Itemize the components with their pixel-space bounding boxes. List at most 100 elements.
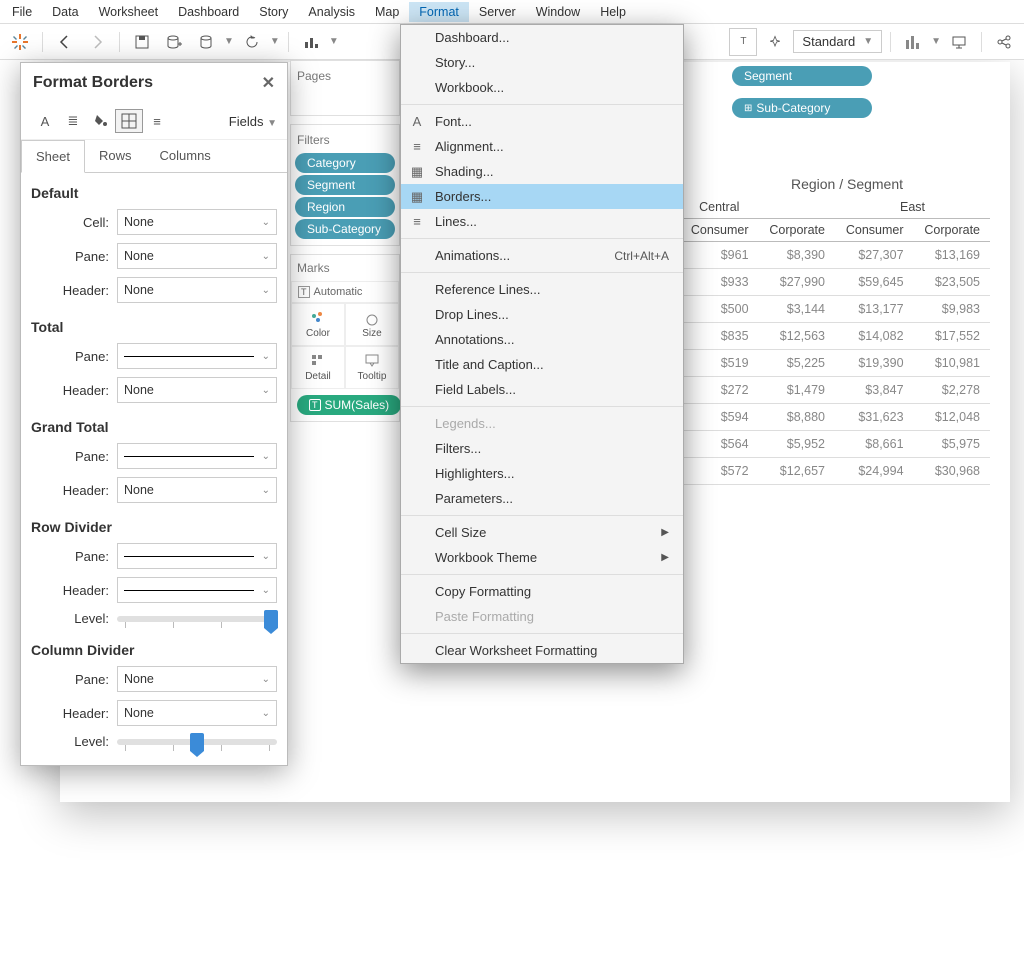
menu-item[interactable]: Filters... <box>401 436 683 461</box>
filter-pill[interactable]: Segment <box>295 175 395 195</box>
default-cell-select[interactable]: None⌄ <box>117 209 277 235</box>
menu-item[interactable]: Clear Worksheet Formatting <box>401 638 683 663</box>
cell[interactable]: $5,975 <box>914 431 990 458</box>
forward-icon[interactable] <box>83 28 111 56</box>
cell[interactable]: $23,505 <box>914 269 990 296</box>
borders-tab-icon[interactable] <box>115 109 143 133</box>
cell[interactable]: $933 <box>680 269 759 296</box>
cell[interactable]: $272 <box>680 377 759 404</box>
menu-analysis[interactable]: Analysis <box>298 2 365 22</box>
cell[interactable]: $12,563 <box>759 323 835 350</box>
cell[interactable]: $500 <box>680 296 759 323</box>
menu-window[interactable]: Window <box>526 2 590 22</box>
menu-item[interactable]: Drop Lines... <box>401 302 683 327</box>
cell[interactable]: $10,981 <box>914 350 990 377</box>
cell[interactable]: $3,847 <box>835 377 914 404</box>
refresh-icon[interactable] <box>238 28 266 56</box>
pill-subcategory[interactable]: ⊞ Sub-Category <box>732 98 872 118</box>
grand-pane-select[interactable]: ⌄ <box>117 443 277 469</box>
menu-worksheet[interactable]: Worksheet <box>89 2 169 22</box>
cell[interactable]: $8,661 <box>835 431 914 458</box>
cell[interactable]: $12,657 <box>759 458 835 485</box>
menu-item[interactable]: Annotations... <box>401 327 683 352</box>
cell[interactable]: $572 <box>680 458 759 485</box>
grand-header-select[interactable]: None⌄ <box>117 477 277 503</box>
new-data-icon[interactable] <box>160 28 188 56</box>
font-tab-icon[interactable]: A <box>31 109 59 133</box>
menu-item[interactable]: Parameters... <box>401 486 683 511</box>
coldiv-level-slider[interactable] <box>117 739 277 745</box>
cell[interactable]: $8,390 <box>759 242 835 269</box>
cell[interactable]: $564 <box>680 431 759 458</box>
fit-dropdown[interactable]: Standard▼ <box>793 30 882 53</box>
total-pane-select[interactable]: ⌄ <box>117 343 277 369</box>
coldiv-header-select[interactable]: None⌄ <box>117 700 277 726</box>
menu-item[interactable]: ≡Alignment... <box>401 134 683 159</box>
shading-tab-icon[interactable] <box>87 109 115 133</box>
cell[interactable]: $5,952 <box>759 431 835 458</box>
menu-item[interactable]: ▦Shading... <box>401 159 683 184</box>
cell[interactable]: $1,479 <box>759 377 835 404</box>
align-tab-icon[interactable]: ≣ <box>59 109 87 133</box>
menu-data[interactable]: Data <box>42 2 88 22</box>
menu-server[interactable]: Server <box>469 2 526 22</box>
cell[interactable]: $30,968 <box>914 458 990 485</box>
menu-item[interactable]: ≡Lines... <box>401 209 683 234</box>
tooltip-button[interactable]: Tooltip <box>345 346 399 389</box>
menu-item[interactable]: Reference Lines... <box>401 277 683 302</box>
menu-dashboard[interactable]: Dashboard <box>168 2 249 22</box>
chart-icon[interactable] <box>297 28 325 56</box>
default-header-select[interactable]: None⌄ <box>117 277 277 303</box>
menu-map[interactable]: Map <box>365 2 409 22</box>
menu-item[interactable]: Copy Formatting <box>401 579 683 604</box>
rowdiv-header-select[interactable]: ⌄ <box>117 577 277 603</box>
menu-item[interactable]: Field Labels... <box>401 377 683 402</box>
showme-icon[interactable] <box>899 28 927 56</box>
data-icon[interactable] <box>192 28 220 56</box>
menu-item[interactable]: AFont... <box>401 109 683 134</box>
menu-story[interactable]: Story <box>249 2 298 22</box>
rowdiv-level-slider[interactable] <box>117 616 277 622</box>
mark-type-select[interactable]: TAutomatic <box>291 281 399 303</box>
detail-button[interactable]: Detail <box>291 346 345 389</box>
menu-help[interactable]: Help <box>590 2 636 22</box>
total-header-select[interactable]: None⌄ <box>117 377 277 403</box>
cell[interactable]: $3,144 <box>759 296 835 323</box>
pill-segment[interactable]: Segment <box>732 66 872 86</box>
cell[interactable]: $8,880 <box>759 404 835 431</box>
cell[interactable]: $12,048 <box>914 404 990 431</box>
filter-pill[interactable]: Category <box>295 153 395 173</box>
size-button[interactable]: Size <box>345 303 399 346</box>
cell[interactable]: $594 <box>680 404 759 431</box>
save-icon[interactable] <box>128 28 156 56</box>
lines-tab-icon[interactable]: ≡ <box>143 109 171 133</box>
cell[interactable]: $27,990 <box>759 269 835 296</box>
color-button[interactable]: Color <box>291 303 345 346</box>
cell[interactable]: $9,983 <box>914 296 990 323</box>
pin-icon[interactable] <box>761 28 789 56</box>
cell[interactable]: $24,994 <box>835 458 914 485</box>
cell[interactable]: $2,278 <box>914 377 990 404</box>
menu-item[interactable]: Cell Size▶ <box>401 520 683 545</box>
coldiv-pane-select[interactable]: None⌄ <box>117 666 277 692</box>
default-pane-select[interactable]: None⌄ <box>117 243 277 269</box>
cell[interactable]: $519 <box>680 350 759 377</box>
menu-item[interactable]: Story... <box>401 50 683 75</box>
share-icon[interactable] <box>990 28 1018 56</box>
cell[interactable]: $17,552 <box>914 323 990 350</box>
fields-dropdown[interactable]: Fields ▼ <box>229 114 277 129</box>
back-icon[interactable] <box>51 28 79 56</box>
rowdiv-pane-select[interactable]: ⌄ <box>117 543 277 569</box>
tab-rows[interactable]: Rows <box>85 140 146 172</box>
menu-item[interactable]: ▦Borders... <box>401 184 683 209</box>
cell[interactable]: $27,307 <box>835 242 914 269</box>
cell[interactable]: $14,082 <box>835 323 914 350</box>
pill-sum-sales[interactable]: T SUM(Sales) <box>297 395 401 415</box>
cell[interactable]: $31,623 <box>835 404 914 431</box>
menu-item[interactable]: Workbook... <box>401 75 683 100</box>
cell[interactable]: $59,645 <box>835 269 914 296</box>
menu-item[interactable]: Animations...Ctrl+Alt+A <box>401 243 683 268</box>
menu-file[interactable]: File <box>2 2 42 22</box>
cell[interactable]: $13,169 <box>914 242 990 269</box>
presentation-icon[interactable] <box>945 28 973 56</box>
